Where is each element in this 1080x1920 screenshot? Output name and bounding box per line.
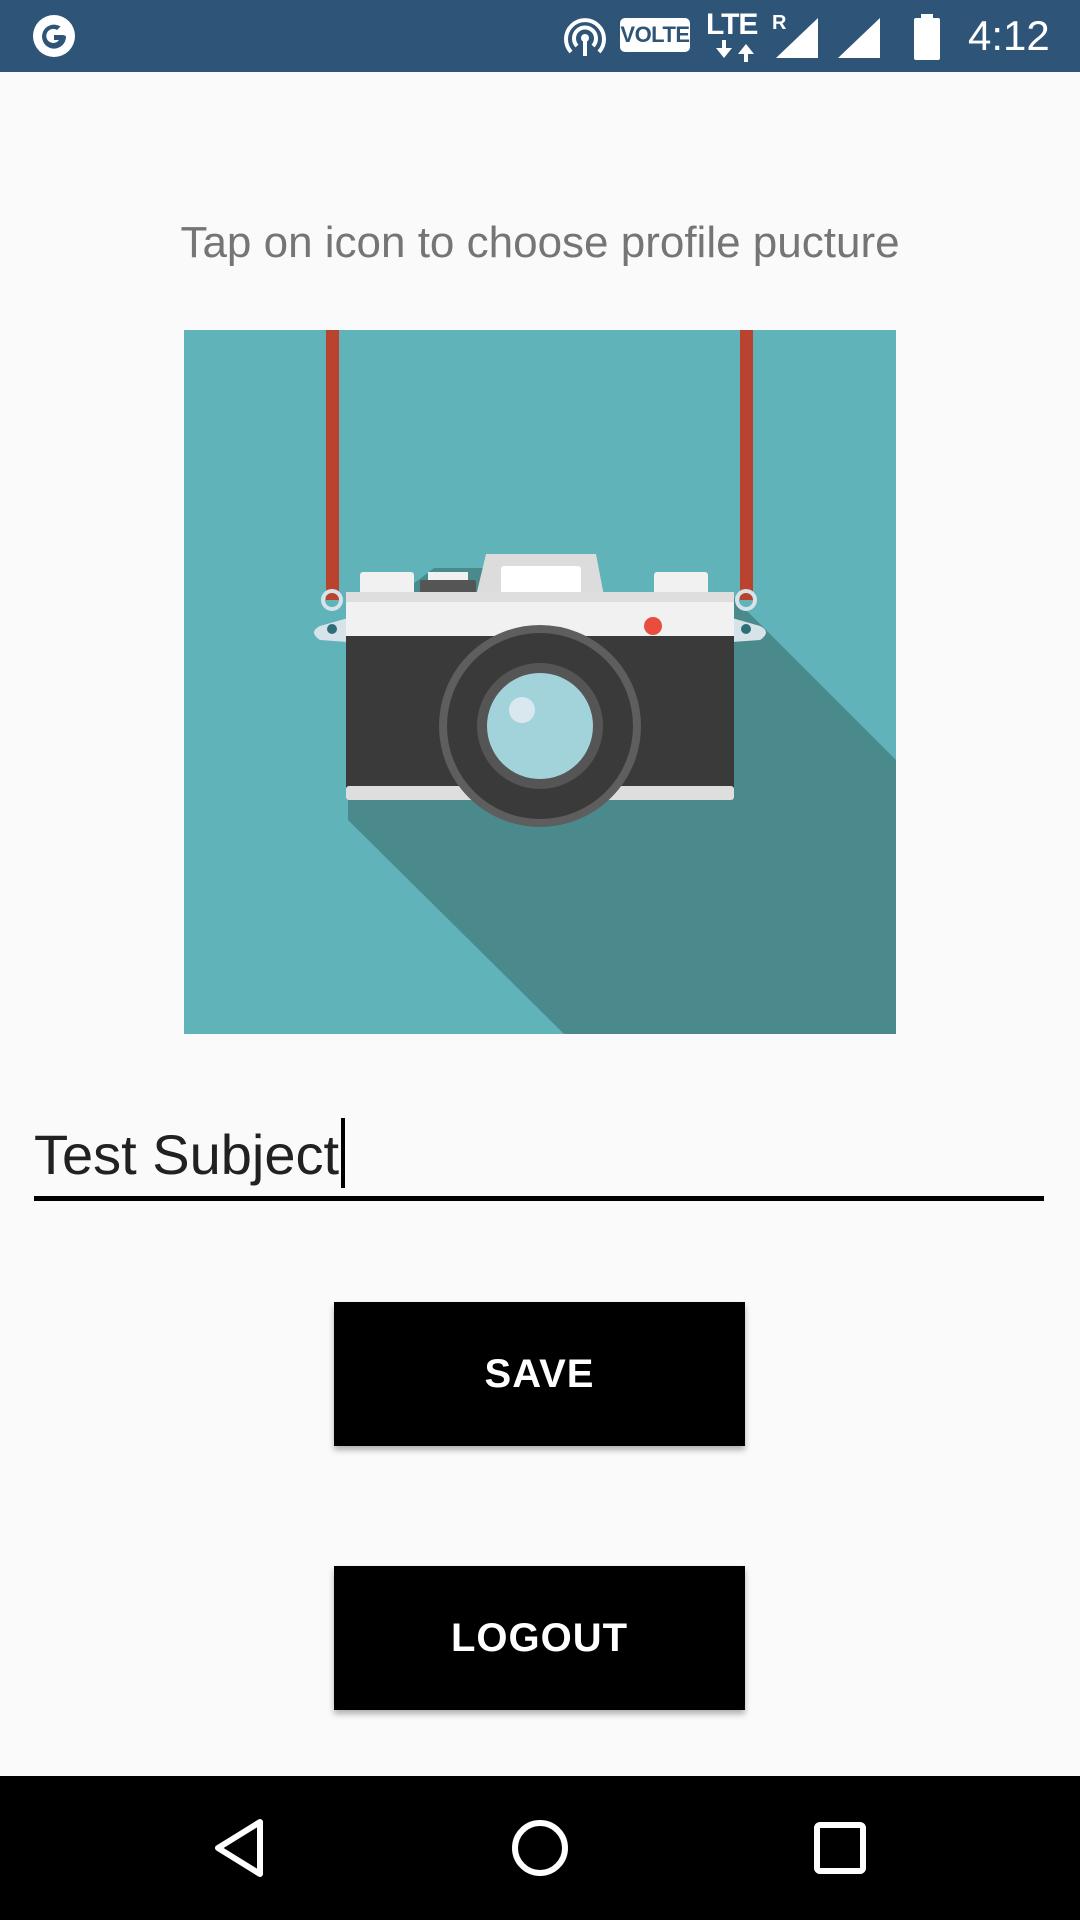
back-icon[interactable]: [204, 1812, 276, 1884]
instruction-text: Tap on icon to choose profile pucture: [180, 218, 900, 267]
signal-icon: [838, 18, 880, 58]
name-input[interactable]: Test Subject: [34, 1100, 1044, 1201]
save-button[interactable]: SAVE: [334, 1302, 745, 1446]
camera-icon: [184, 330, 896, 1034]
battery-icon: [914, 14, 940, 60]
logout-button[interactable]: LOGOUT: [334, 1566, 745, 1710]
volte-badge: VOLTE: [620, 18, 690, 52]
name-input-value: Test Subject: [34, 1118, 346, 1188]
text-cursor: [341, 1118, 346, 1188]
google-icon: [33, 15, 75, 57]
status-bar: VOLTE LTE R 4:12: [0, 0, 1080, 72]
data-activity-icon: [716, 40, 754, 62]
clock: 4:12: [968, 12, 1050, 59]
profile-picture-button[interactable]: [184, 330, 896, 1034]
recents-icon[interactable]: [804, 1812, 876, 1884]
hotspot-icon: [564, 18, 606, 56]
home-icon[interactable]: [504, 1812, 576, 1884]
navigation-bar: [0, 1776, 1080, 1920]
lte-label: LTE: [706, 8, 758, 41]
signal-icon: [776, 18, 818, 58]
name-text: Test Subject: [34, 1123, 340, 1186]
